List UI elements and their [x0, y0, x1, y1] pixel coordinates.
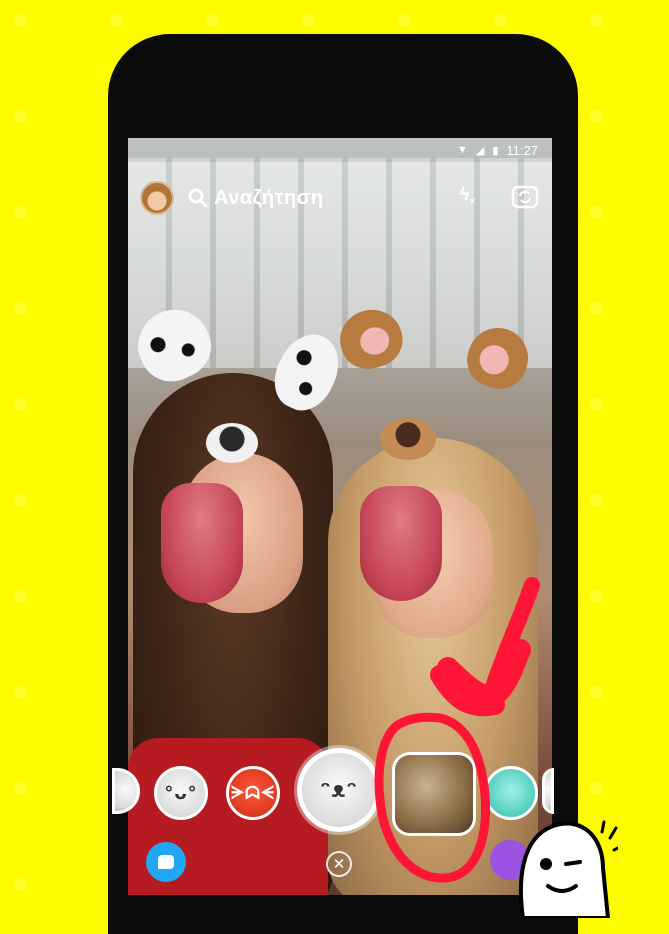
tongue-right [360, 486, 442, 601]
status-bar: ▼ ◢ ▮ 11:27 [128, 138, 552, 162]
flip-camera-icon[interactable] [510, 184, 540, 212]
close-lens-button[interactable]: ✕ [326, 851, 352, 877]
ghost-mascot-icon [518, 820, 618, 918]
battery-icon: ▮ [492, 144, 499, 157]
dog-nose [380, 418, 436, 460]
close-icon: ✕ [332, 856, 346, 873]
avatar[interactable] [140, 181, 174, 215]
status-time: 11:27 [506, 142, 538, 158]
dalmatian-nose [206, 423, 258, 463]
tongue-left [161, 483, 243, 603]
flash-off-icon[interactable]: ϟ× [460, 184, 475, 208]
search-label: Αναζήτηση [214, 186, 324, 209]
lens-sloth[interactable] [392, 752, 476, 836]
chat-button[interactable] [146, 842, 186, 882]
signal-icon: ◢ [475, 144, 485, 157]
chat-icon [158, 855, 174, 869]
lens-smile-face[interactable]: °ᴗ° [154, 766, 208, 820]
search-icon [188, 188, 208, 208]
lens-devil-face[interactable]: ᗒᗣᗕ [226, 766, 280, 820]
search-button[interactable]: Αναζήτηση [188, 184, 324, 212]
top-bar: Αναζήτηση ϟ× [128, 176, 552, 220]
lens-dog-selected[interactable]: ᵔᴥᵔ [297, 748, 381, 832]
wifi-icon: ▼ [457, 144, 468, 156]
